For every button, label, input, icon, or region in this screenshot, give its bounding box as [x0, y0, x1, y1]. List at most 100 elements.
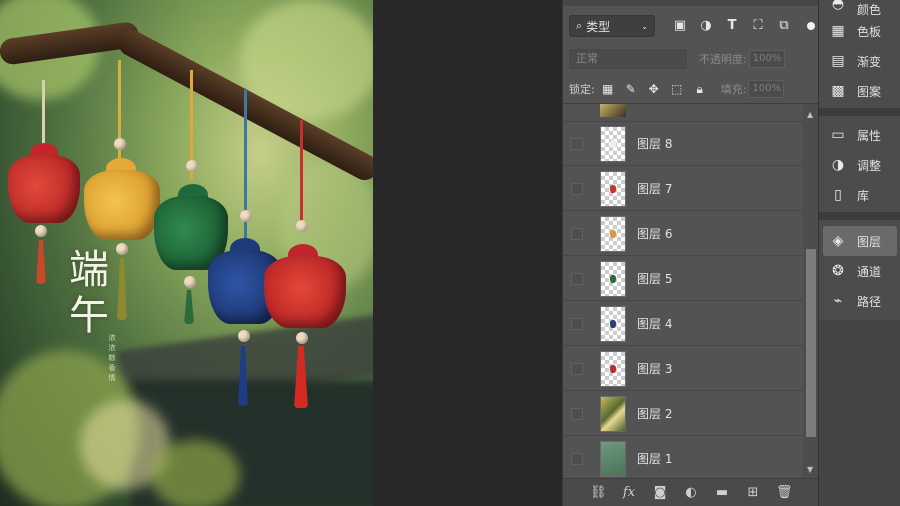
smart-object-filter-icon[interactable]: ⧉: [777, 19, 791, 33]
layer-name: 图层 7: [637, 182, 673, 196]
visibility-toggle[interactable]: [571, 182, 583, 195]
sachet-bead: [114, 138, 126, 150]
dock-item-pattern[interactable]: ▩ 图案: [819, 76, 900, 106]
workspace-background: [373, 0, 562, 506]
dock-separator: [819, 108, 900, 116]
layer-thumbnail: [600, 305, 626, 342]
layer-name: 图层 8: [637, 137, 673, 151]
channels-icon: ❂: [832, 263, 844, 279]
dock-item-properties[interactable]: ▭ 属性: [819, 120, 900, 150]
layer-row[interactable]: 图层 2: [563, 392, 803, 436]
sachet-tassel: [117, 258, 127, 320]
dock-item-gradient[interactable]: ▤ 渐变: [819, 46, 900, 76]
delete-layer-icon[interactable]: 🗑︎: [776, 485, 793, 501]
layer-name: 图层 4: [637, 317, 673, 331]
dock-item-label: 属性: [857, 128, 882, 143]
dock-item-label: 通道: [857, 264, 882, 279]
filter-kind-select[interactable]: ⌕ 类型 ⌄: [569, 15, 655, 37]
visibility-toggle[interactable]: [571, 362, 583, 375]
sachet-bead: [184, 276, 196, 288]
opacity-field[interactable]: 100%: [748, 50, 785, 68]
layer-row[interactable]: 图层 1: [563, 437, 803, 478]
layer-thumbnail: [600, 350, 626, 387]
layer-row[interactable]: 图层 3: [563, 347, 803, 391]
visibility-toggle[interactable]: [571, 272, 583, 285]
layers-icon: ◈: [832, 233, 844, 249]
scrollbar-thumb[interactable]: [806, 249, 816, 437]
thumbnail-content: [610, 184, 616, 193]
blend-mode-select[interactable]: 正常: [569, 49, 687, 69]
dock-item-label: 图案: [857, 84, 882, 99]
layer-name: 图层 1: [637, 452, 673, 466]
dock-item-label: 图层: [857, 234, 882, 249]
libraries-icon: ▯: [834, 187, 842, 203]
gradient-icon: ▤: [831, 53, 845, 69]
adjustment-filter-icon[interactable]: ◑: [699, 19, 713, 33]
dock-group-layers: ◈ 图层 ❂ 通道 ⌁ 路径: [819, 220, 900, 320]
layer-row[interactable]: 图层 8: [563, 122, 803, 166]
layer-list: 图层 8 图层 7 图层 6 图层 5 图层 4 图层 3 图层 2 图层 1: [563, 104, 803, 478]
lock-all-icon[interactable]: 🔒︎: [693, 82, 707, 96]
fill-label: 填充:: [720, 83, 747, 96]
visibility-toggle[interactable]: [571, 407, 583, 420]
filter-kind-label: 类型: [586, 19, 611, 34]
lock-paint-brush-icon[interactable]: ✎: [624, 82, 638, 96]
layer-row[interactable]: 图层 4: [563, 302, 803, 346]
panel-header-strip: [563, 0, 819, 6]
shape-filter-icon[interactable]: ⛶: [751, 19, 765, 33]
layer-row[interactable]: 图层 6: [563, 212, 803, 256]
fill-field[interactable]: 100%: [748, 80, 785, 98]
sachet-tassel: [36, 240, 46, 284]
thumbnail-content: [610, 364, 616, 373]
dock-item-channels[interactable]: ❂ 通道: [819, 256, 900, 286]
dock-item-adjustments[interactable]: ◑ 调整: [819, 150, 900, 180]
layer-name: 图层 2: [637, 407, 673, 421]
visibility-toggle[interactable]: [571, 452, 583, 465]
lock-position-move-icon[interactable]: ✥: [647, 82, 661, 96]
dock-item-paths[interactable]: ⌁ 路径: [819, 286, 900, 316]
dock-item-layers[interactable]: ◈ 图层: [823, 226, 897, 256]
scroll-up-icon[interactable]: ▲: [807, 110, 813, 119]
layer-row-partial[interactable]: [563, 104, 803, 122]
thumbnail-content: [610, 139, 616, 148]
layer-row[interactable]: 图层 5: [563, 257, 803, 301]
scroll-down-icon[interactable]: ▼: [807, 465, 813, 474]
dock-item-swatches[interactable]: ▦ 色板: [819, 16, 900, 46]
layer-row[interactable]: 图层 7: [563, 167, 803, 211]
dock-item-libraries[interactable]: ▯ 库: [819, 180, 900, 210]
layer-thumbnail: [600, 440, 626, 477]
document-canvas[interactable]: 端午 浓浓粽香情: [0, 0, 373, 506]
link-layers-icon[interactable]: ⛓: [590, 485, 607, 501]
filter-toggle[interactable]: [807, 22, 815, 30]
image-filter-icon[interactable]: ▣: [673, 19, 687, 33]
thumbnail-content: [610, 274, 616, 283]
lock-row: 锁定: ▦ ✎ ✥ ⬚ 🔒︎ 填充: 100%: [569, 78, 813, 100]
layer-list-scrollbar[interactable]: ▲ ▼: [803, 104, 819, 478]
opacity-label: 不透明度:: [699, 53, 747, 66]
visibility-toggle[interactable]: [571, 137, 583, 150]
group-folder-icon[interactable]: ▬: [714, 485, 730, 501]
visibility-toggle[interactable]: [571, 317, 583, 330]
new-layer-icon[interactable]: ⊞: [745, 485, 761, 501]
add-mask-icon[interactable]: ◙: [652, 485, 668, 501]
fx-icon[interactable]: fx: [621, 485, 637, 501]
yellow-sachet: [84, 170, 160, 240]
sachet-bead: [296, 220, 308, 232]
pattern-icon: ▩: [831, 83, 845, 99]
lock-transparency-icon[interactable]: ▦: [601, 82, 615, 96]
visibility-toggle[interactable]: [571, 227, 583, 240]
type-filter-icon[interactable]: T: [725, 19, 739, 33]
sachet-bead: [238, 330, 250, 342]
adjustment-layer-icon[interactable]: ◐: [683, 485, 699, 501]
color-icon: ◓: [831, 0, 845, 12]
layer-thumbnail: [600, 395, 626, 432]
sachet-string: [300, 120, 303, 230]
dock-item-color[interactable]: ◓ 颜色: [819, 0, 900, 16]
dock-item-label: 库: [857, 188, 870, 203]
paths-icon: ⌁: [833, 293, 843, 309]
layer-thumbnail: [600, 215, 626, 252]
lock-artboard-icon[interactable]: ⬚: [670, 82, 684, 96]
poster-subtitle: 浓浓粽香情: [108, 334, 116, 384]
dock-item-label: 渐变: [857, 54, 882, 69]
dock-group-properties: ▭ 属性 ◑ 调整 ▯ 库: [819, 116, 900, 212]
